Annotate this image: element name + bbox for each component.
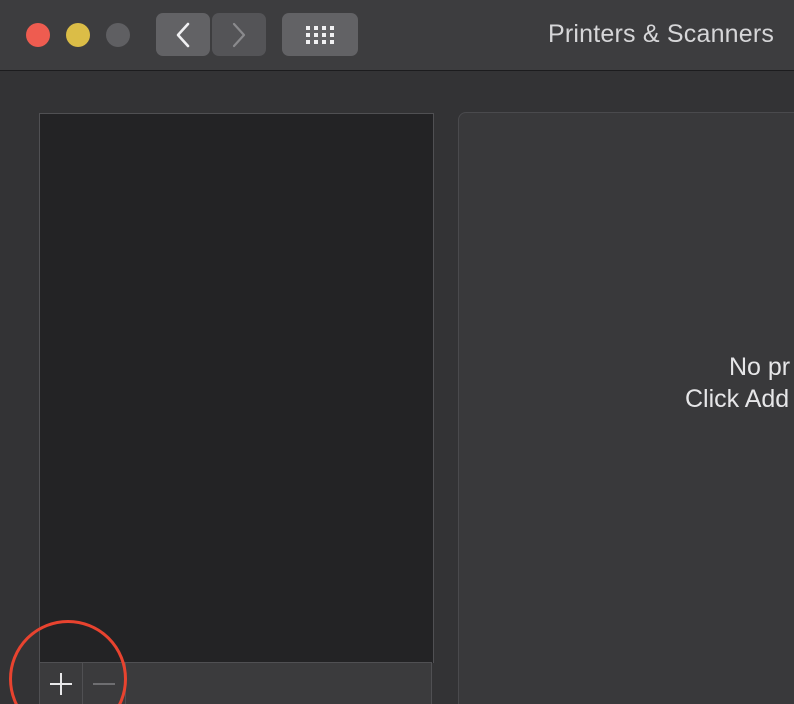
chevron-left-icon <box>176 22 190 47</box>
printer-list-footer <box>39 662 432 704</box>
no-printers-message: No pr Click Add <box>459 351 794 415</box>
empty-message-line-2: Click Add <box>685 385 790 413</box>
empty-message-line-1: No pr <box>729 353 791 381</box>
printer-detail-panel: No pr Click Add <box>458 112 794 704</box>
minimize-window-button[interactable] <box>66 23 90 47</box>
remove-printer-button[interactable] <box>83 663 126 704</box>
printer-list[interactable] <box>39 113 434 663</box>
forward-button[interactable] <box>212 13 266 56</box>
chevron-right-icon <box>232 22 246 47</box>
zoom-window-button[interactable] <box>106 23 130 47</box>
close-window-button[interactable] <box>26 23 50 47</box>
plus-icon <box>50 673 72 695</box>
show-all-grid-icon <box>306 25 334 44</box>
toolbar: Printers & Scanners <box>0 0 794 71</box>
window-title: Printers & Scanners <box>548 20 775 48</box>
show-all-button[interactable] <box>282 13 358 56</box>
add-printer-button[interactable] <box>40 663 83 704</box>
navigation-buttons <box>156 13 266 56</box>
back-button[interactable] <box>156 13 210 56</box>
preferences-window: Printers & Scanners No pr Click Add <box>0 0 794 704</box>
minus-icon <box>93 683 115 685</box>
